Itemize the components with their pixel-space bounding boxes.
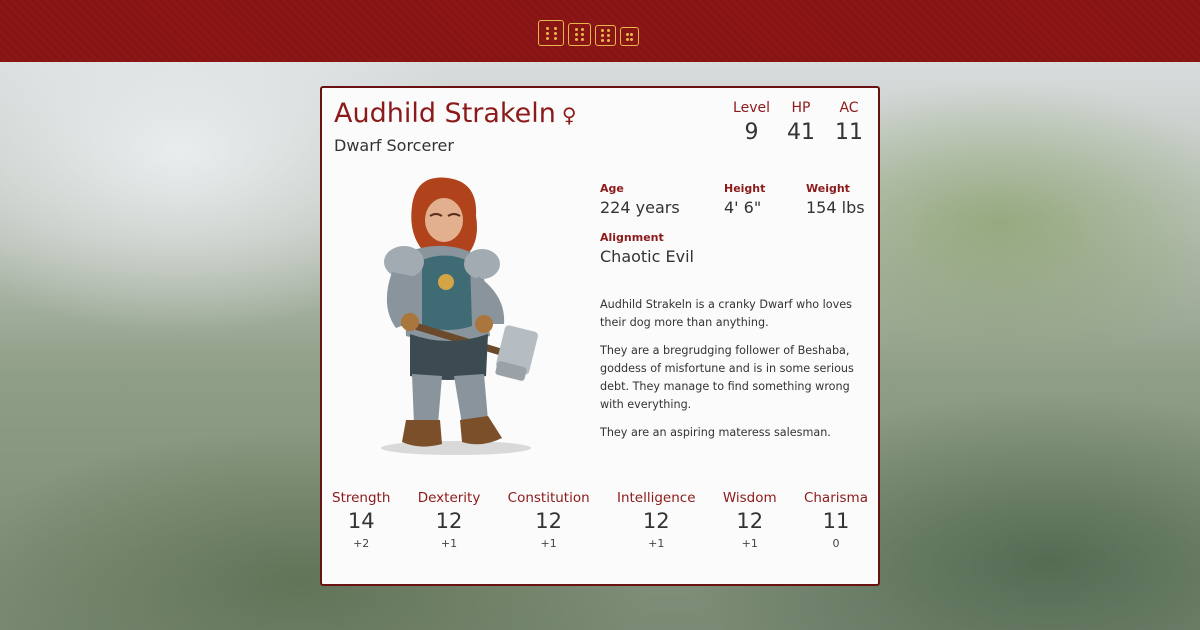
- ability-charisma: Charisma 11 0: [804, 490, 868, 550]
- ability-score: 12: [736, 509, 764, 533]
- ability-modifier: +1: [648, 537, 665, 550]
- character-card: Audhild Strakeln ♀ Dwarf Sorcerer Level 9…: [320, 86, 880, 586]
- ability-score: 12: [435, 509, 463, 533]
- bio-paragraph: They are an aspiring materess salesman.: [600, 426, 831, 439]
- character-race-class: Dwarf Sorcerer: [334, 136, 454, 155]
- ac-label: AC: [839, 100, 859, 116]
- level-stat: Level 9: [733, 100, 770, 145]
- height-label: Height: [724, 182, 766, 195]
- ability-name: Charisma: [803, 490, 868, 506]
- dice-icon: [620, 27, 639, 46]
- ability-constitution: Constitution 12 +1: [508, 490, 590, 550]
- bio-paragraph: They are a bregrudging follower of Besha…: [600, 344, 854, 411]
- ability-modifier: +1: [741, 537, 758, 550]
- dice-icon: [595, 25, 616, 46]
- height-value: 4' 6": [724, 198, 762, 217]
- age-value: 224 years: [600, 198, 680, 217]
- level-label: Level: [733, 100, 770, 116]
- character-portrait: [381, 177, 538, 455]
- weight-detail: Weight 154 lbs: [806, 182, 865, 217]
- ability-name: Wisdom: [722, 490, 777, 506]
- alignment-detail: Alignment Chaotic Evil: [600, 231, 694, 266]
- ability-score: 12: [535, 509, 563, 533]
- dice-icon: [568, 23, 591, 46]
- female-icon: ♀: [561, 103, 577, 127]
- ability-scores: Strength 14 +2 Dexterity 12 +1 Constitut…: [332, 490, 868, 550]
- hp-stat: HP 41: [784, 100, 818, 145]
- character-name: Audhild Strakeln: [334, 98, 556, 129]
- ability-name: Constitution: [507, 490, 590, 506]
- height-detail: Height 4' 6": [724, 182, 765, 217]
- bio-paragraph: Audhild Strakeln is a cranky Dwarf who l…: [600, 298, 852, 329]
- top-bar: [0, 0, 1200, 62]
- ability-strength: Strength 14 +2: [332, 490, 390, 550]
- ac-value: 11: [835, 120, 863, 145]
- hp-label: HP: [791, 100, 811, 116]
- ability-wisdom: Wisdom 12 +1: [723, 490, 777, 550]
- dice-icon: [538, 20, 564, 46]
- ability-modifier: 0: [832, 537, 840, 550]
- ability-score: 11: [822, 509, 850, 533]
- alignment-value: Chaotic Evil: [600, 247, 694, 266]
- age-detail: Age 224 years: [600, 182, 680, 217]
- character-bio: Audhild Strakeln is a cranky Dwarf who l…: [600, 296, 868, 452]
- ability-modifier: +2: [353, 537, 370, 550]
- core-stats: Level 9 HP 41 AC 11: [733, 100, 866, 145]
- level-value: 9: [744, 120, 759, 145]
- ability-intelligence: Intelligence 12 +1: [617, 490, 696, 550]
- weight-label: Weight: [806, 182, 850, 195]
- character-name-heading: Audhild Strakeln ♀: [334, 98, 576, 129]
- alignment-label: Alignment: [600, 231, 664, 244]
- ability-score: 12: [642, 509, 670, 533]
- ability-name: Strength: [332, 490, 391, 506]
- ability-modifier: +1: [440, 537, 458, 550]
- dice-logo[interactable]: [538, 20, 639, 46]
- weight-value: 154 lbs: [806, 198, 865, 217]
- age-label: Age: [600, 182, 624, 195]
- ac-stat: AC 11: [832, 100, 866, 145]
- ability-name: Dexterity: [417, 490, 481, 506]
- ability-dexterity: Dexterity 12 +1: [418, 490, 481, 550]
- ability-score: 14: [347, 509, 375, 533]
- hp-value: 41: [787, 120, 815, 145]
- ability-name: Intelligence: [616, 490, 696, 506]
- ability-modifier: +1: [540, 537, 557, 550]
